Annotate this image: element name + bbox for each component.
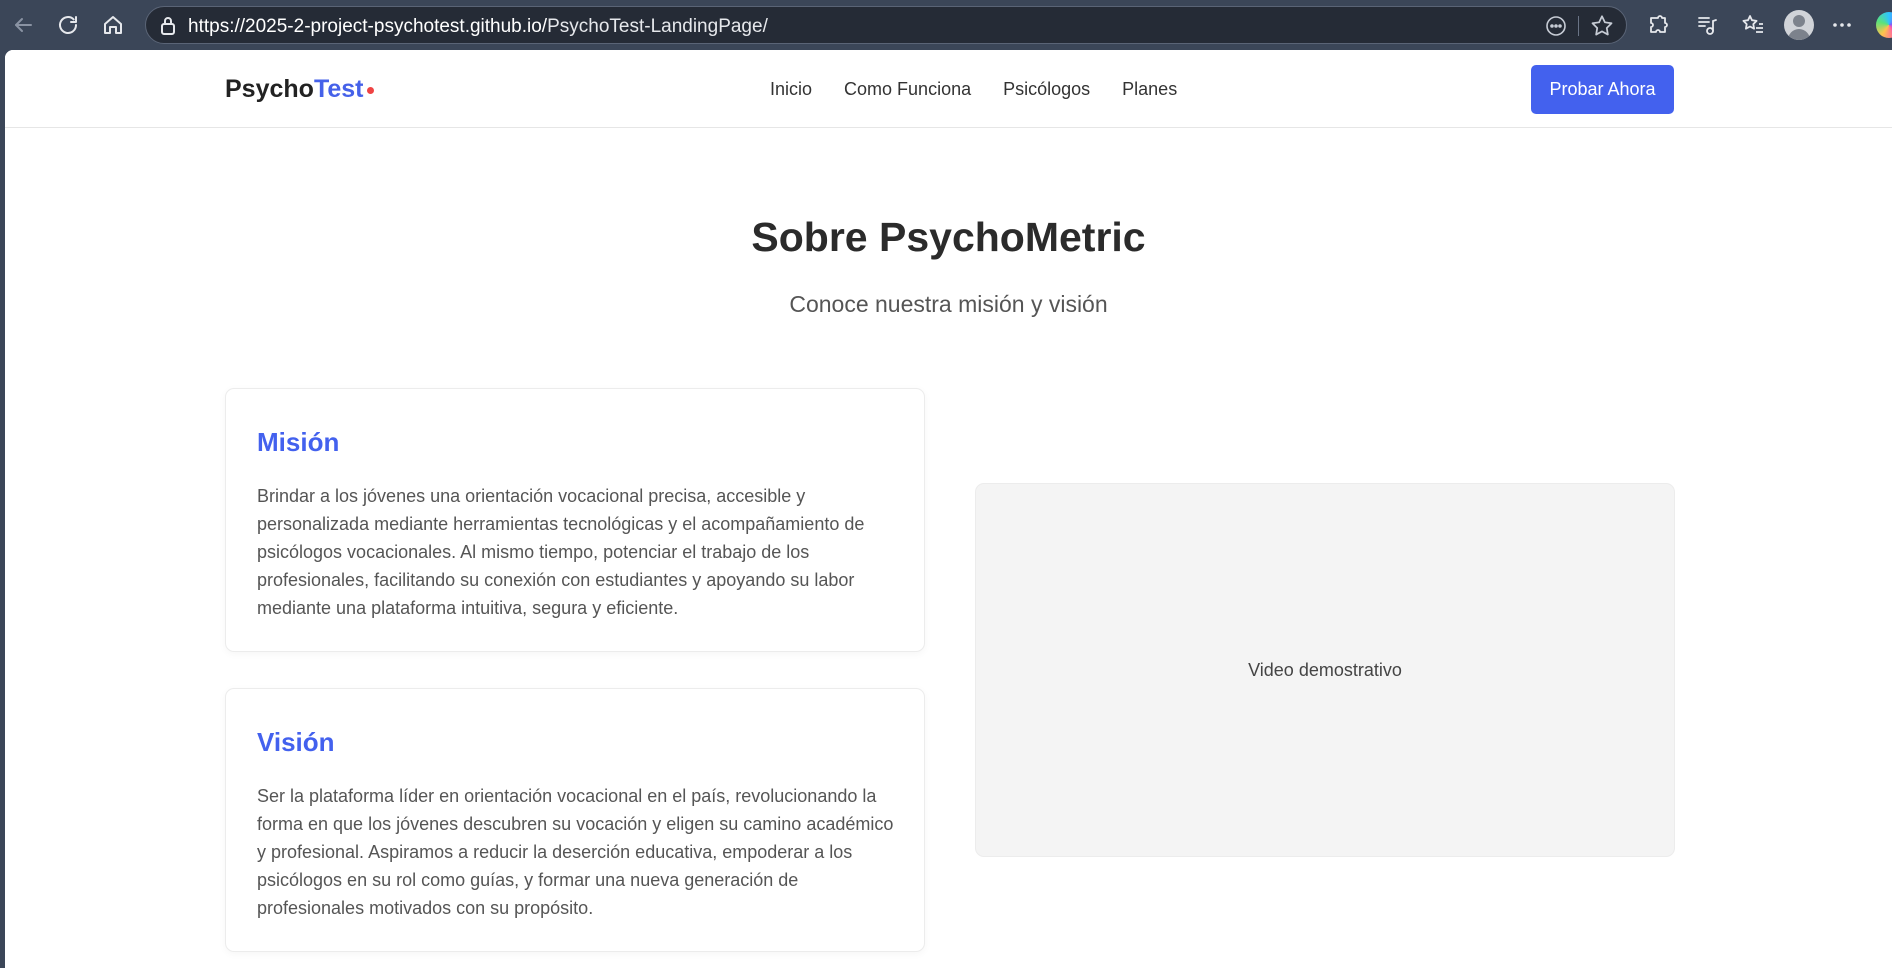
nav-link-como-funciona[interactable]: Como Funciona xyxy=(844,79,971,100)
favorites-list-icon xyxy=(1742,15,1763,33)
media-control-button[interactable] xyxy=(1688,6,1726,44)
back-button[interactable] xyxy=(4,6,42,44)
reload-button[interactable] xyxy=(49,6,87,44)
vision-card: Visión Ser la plataforma líder en orient… xyxy=(225,688,925,952)
mission-text: Brindar a los jóvenes una orientación vo… xyxy=(257,486,865,618)
demo-video-placeholder[interactable]: Video demostrativo xyxy=(975,483,1675,857)
address-bar[interactable]: https://2025-2-project-psychotest.github… xyxy=(145,6,1627,44)
address-separator xyxy=(1578,16,1579,36)
browser-toolbar: https://2025-2-project-psychotest.github… xyxy=(0,0,1892,50)
url-text[interactable]: https://2025-2-project-psychotest.github… xyxy=(188,16,768,38)
section-title: Sobre PsychoMetric xyxy=(751,214,1146,260)
music-note-icon xyxy=(1698,17,1717,35)
more-options-button[interactable] xyxy=(1823,6,1861,44)
site-logo[interactable]: PsychoTest xyxy=(225,75,374,104)
vision-title: Visión xyxy=(257,727,335,757)
url-path: PsychoTest-LandingPage/ xyxy=(547,16,768,37)
url-host: https://2025-2-project-psychotest.github… xyxy=(188,16,548,37)
back-arrow-icon xyxy=(15,18,32,32)
probar-ahora-button[interactable]: Probar Ahora xyxy=(1531,65,1674,114)
logo-text-test: Test xyxy=(313,75,364,103)
favorite-star-icon[interactable] xyxy=(1589,13,1615,39)
section-subtitle: Conoce nuestra misión y visión xyxy=(789,291,1108,317)
lock-icon[interactable] xyxy=(156,14,180,38)
page-viewport: PsychoTest Inicio Como Funciona Psicólog… xyxy=(5,50,1892,968)
reload-icon xyxy=(59,16,77,34)
main-nav: Inicio Como Funciona Psicólogos Planes xyxy=(770,79,1177,100)
home-button[interactable] xyxy=(94,6,132,44)
home-icon xyxy=(104,16,122,34)
nav-link-psicologos[interactable]: Psicólogos xyxy=(1003,79,1090,100)
reading-mode-icon[interactable] xyxy=(1544,14,1568,38)
nav-link-inicio[interactable]: Inicio xyxy=(770,79,812,100)
mission-title: Misión xyxy=(257,427,340,457)
avatar-head xyxy=(1793,15,1805,27)
mission-card: Misión Brindar a los jóvenes una orienta… xyxy=(225,388,925,652)
profile-avatar[interactable] xyxy=(1784,10,1814,40)
puzzle-icon xyxy=(1650,15,1668,33)
nav-link-planes[interactable]: Planes xyxy=(1122,79,1177,100)
favorites-button[interactable] xyxy=(1734,6,1772,44)
logo-text-psycho: Psycho xyxy=(225,75,314,103)
video-label: Video demostrativo xyxy=(1248,659,1402,680)
logo-dot xyxy=(366,87,374,94)
site-header: PsychoTest Inicio Como Funciona Psicólog… xyxy=(5,50,1892,128)
more-dots-icon xyxy=(1833,23,1851,27)
vision-text: Ser la plataforma líder en orientación v… xyxy=(257,786,894,918)
extensions-button[interactable] xyxy=(1640,6,1678,44)
copilot-icon[interactable] xyxy=(1876,12,1892,38)
avatar-body xyxy=(1788,29,1810,40)
